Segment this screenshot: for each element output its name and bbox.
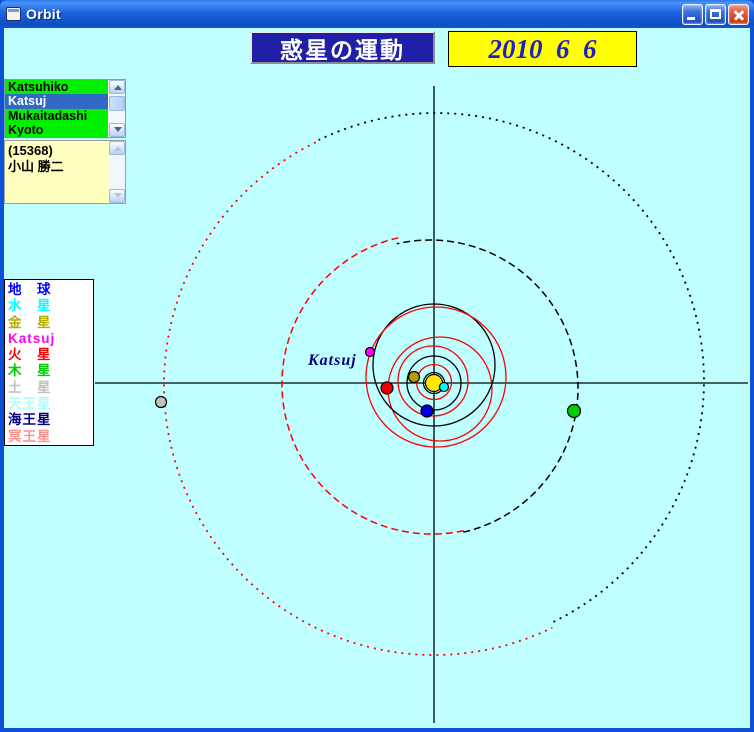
list-item-mukaitadashi[interactable]: Mukaitadashi [5, 108, 108, 124]
page-title: 惑星の運動 [250, 31, 435, 64]
planet-jupiter [566, 403, 582, 419]
planet-venus [407, 370, 421, 384]
legend-row: 金 星 [8, 314, 52, 330]
asteroid-number: (15368) [8, 143, 53, 158]
app-window: Orbit Katsuj 惑星の運動 2010 6 6 Katsuhiko Kat… [0, 0, 754, 732]
legend-row: 土 星 [8, 379, 52, 395]
legend-row: 冥王星 [8, 428, 52, 444]
list-item-katsuhiko[interactable]: Katsuhiko [5, 80, 108, 95]
planet-mars [380, 381, 394, 395]
scroll-thumb[interactable] [109, 96, 125, 111]
observer-list-rows: Katsuhiko Katsuj Mukaitadashi Kyoto [5, 80, 108, 138]
saturn-orbit-black-segment [318, 112, 705, 623]
legend-row: 天王星 [8, 396, 52, 412]
scroll-up-button-disabled [109, 141, 125, 155]
observer-listbox[interactable]: Katsuhiko Katsuj Mukaitadashi Kyoto [4, 79, 126, 138]
arrow-up-icon [114, 85, 122, 90]
planet-mercury [438, 381, 450, 393]
list-item-kyoto[interactable]: Kyoto [5, 123, 108, 138]
katsuj-label: Katsuj [307, 352, 357, 369]
scroll-down-button[interactable] [109, 123, 125, 137]
planet-saturn [154, 395, 168, 409]
legend-row: 水 星 [8, 298, 52, 314]
arrow-down-icon [114, 193, 122, 198]
legend-row: Katsuj [8, 330, 56, 346]
asteroid-info-text: (15368) 小山 勝二 [8, 143, 107, 175]
arrow-down-icon [114, 127, 122, 132]
date-display: 2010 6 6 [448, 31, 637, 67]
scroll-down-button-disabled [109, 189, 125, 203]
planet-legend: 地 球水 星金 星 Katsuj 火 星木 星土 星天王星 海王星 冥王星 [4, 279, 94, 446]
legend-row: 火 星 [8, 347, 52, 363]
saturn-orbit-red-segment [163, 141, 553, 656]
asteroid-info-box: (15368) 小山 勝二 [4, 140, 126, 204]
legend-row: 木 星 [8, 363, 52, 379]
planet-katsuj [364, 346, 376, 358]
scroll-up-button[interactable] [109, 80, 125, 94]
legend-row: 地 球 [8, 282, 52, 297]
infobox-scrollbar[interactable] [109, 141, 125, 203]
planet-earth [420, 404, 434, 418]
legend-row: 海王星 [8, 412, 52, 428]
list-item-katsuj[interactable]: Katsuj [5, 94, 108, 109]
listbox-scrollbar[interactable] [109, 80, 125, 137]
arrow-up-icon [114, 146, 122, 151]
asteroid-discoverer: 小山 勝二 [8, 159, 64, 174]
